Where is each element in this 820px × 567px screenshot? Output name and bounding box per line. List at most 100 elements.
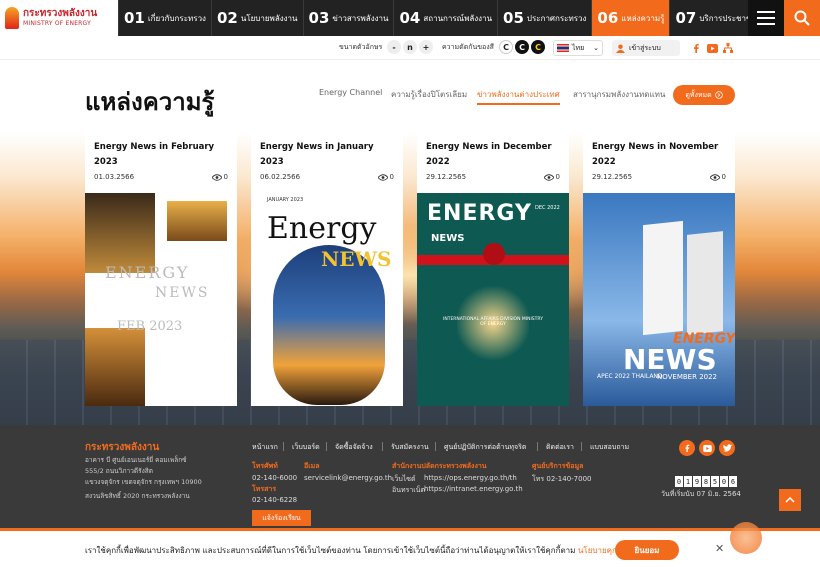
- card-views: 0: [211, 173, 228, 181]
- cookie-accept-button[interactable]: ยินยอม: [615, 540, 679, 560]
- menu-number: 07: [675, 9, 697, 27]
- cover-title-2: NEWS: [623, 343, 717, 376]
- user-icon: [616, 43, 625, 53]
- menu-number: 02: [216, 9, 238, 27]
- menu-label: สถานการณ์พลังงาน: [423, 13, 493, 23]
- tab-energy-channel[interactable]: Energy Channel: [319, 88, 382, 97]
- card-title: Energy News in January 2023: [260, 142, 374, 167]
- page-title: แหล่งความรู้: [85, 88, 215, 116]
- counter-digit: 1: [684, 476, 692, 487]
- menu-item-news[interactable]: 03 ข่าวสารพลังงาน: [302, 0, 394, 36]
- contrast-normal-button[interactable]: C: [499, 40, 513, 54]
- cover-footer: INTERNATIONAL AFFAIRS DIVISION MINISTRY …: [443, 317, 543, 327]
- news-card[interactable]: Energy News in January 2023 06.02.2566 0…: [251, 131, 403, 406]
- footer-intranet[interactable]: https://intranet.energy.go.th: [424, 485, 523, 493]
- footer-link-contact[interactable]: ติดต่อเรา: [546, 442, 574, 453]
- language-select[interactable]: ไทย ⌄: [553, 40, 603, 56]
- flame-logo-icon: [5, 7, 19, 29]
- news-card[interactable]: Energy News in December 2022 29.12.2565 …: [417, 131, 569, 406]
- eye-icon: [377, 173, 388, 181]
- footer-link-home[interactable]: หน้าแรก: [252, 442, 278, 453]
- footer-intranet-label: อินทราเน็ต: [392, 486, 426, 494]
- footer-divider: [326, 442, 327, 451]
- footer-ops-site[interactable]: https://ops.energy.go.th/th: [424, 474, 517, 482]
- footer-link-jobs[interactable]: รับสมัครงาน: [391, 442, 429, 453]
- counter-digit: 9: [693, 476, 701, 487]
- cookie-text-wrapper: เราใช้คุกกี้เพื่อพัฒนาประสิทธิภาพ และประ…: [85, 544, 622, 557]
- footer-facebook-link[interactable]: [679, 440, 695, 456]
- view-count: 0: [389, 173, 394, 181]
- tab-foreign-energy-news[interactable]: ข่าวพลังงานต่างประเทศ: [477, 88, 560, 105]
- news-card[interactable]: Energy News in February 2023 01.03.2566 …: [85, 131, 237, 406]
- menu-icon: [757, 11, 775, 13]
- counter-digit: 0: [720, 476, 728, 487]
- chevron-up-icon: [785, 497, 795, 503]
- font-increase-button[interactable]: +: [419, 40, 433, 54]
- footer-twitter-link[interactable]: [719, 440, 735, 456]
- cookie-banner: เราใช้คุกกี้เพื่อพัฒนาประสิทธิภาพ และประ…: [0, 528, 820, 567]
- eye-icon: [709, 173, 720, 181]
- see-all-button[interactable]: ดูทั้งหมด: [673, 85, 735, 105]
- footer-link-survey[interactable]: แบบสอบถาม: [590, 442, 629, 453]
- menu-number: 01: [124, 9, 145, 27]
- font-decrease-button[interactable]: -: [387, 40, 401, 54]
- ministry-logo[interactable]: กระทรวงพลังงาน MINISTRY OF ENERGY: [0, 0, 118, 36]
- hamburger-menu-button[interactable]: [748, 0, 784, 36]
- eye-icon: [543, 173, 554, 181]
- footer-link-webboard[interactable]: เว็บบอร์ด: [292, 442, 320, 453]
- footer-fax-label: โทรสาร: [252, 485, 277, 493]
- footer-phone[interactable]: 02-140-6000: [252, 474, 297, 482]
- footer-email[interactable]: servicelink@energy.go.th: [304, 474, 392, 482]
- menu-item-knowledge[interactable]: 06 แหล่งความรู้: [591, 0, 670, 36]
- youtube-link[interactable]: [706, 42, 718, 54]
- footer-ops-label: สำนักงานปลัดกระทรวงพลังงาน: [392, 462, 487, 470]
- menu-item-announcements[interactable]: 05 ประกาศกระทรวง: [497, 0, 591, 36]
- footer-fax: 02-140-6228: [252, 496, 298, 504]
- tab-renewable-encyclopedia[interactable]: สารานุกรมพลังงานทดแทน: [573, 88, 665, 101]
- contrast-yellow-button[interactable]: C: [531, 40, 545, 54]
- menu-item-situation[interactable]: 04 สถานการณ์พลังงาน: [393, 0, 497, 36]
- card-views: 0: [543, 173, 560, 181]
- menu-item-policy[interactable]: 02 นโยบายพลังงาน: [210, 0, 303, 36]
- main-navbar: กระทรวงพลังงาน MINISTRY OF ENERGY 01 เกี่…: [0, 0, 820, 36]
- chatbot-widget[interactable]: [730, 522, 762, 554]
- cover-issue: NOVEMBER 2022: [657, 373, 718, 381]
- arrow-right-icon: [714, 91, 723, 99]
- menu-number: 05: [503, 9, 524, 27]
- footer-link-procurement[interactable]: จัดซื้อจัดจ้าง: [335, 442, 373, 453]
- card-cover-image: ENERGY NEWS APEC 2022 THAILAND NOVEMBER …: [583, 193, 735, 406]
- footer-link-anticorruption[interactable]: ศูนย์ปฏิบัติการต่อต้านทุจริต: [444, 442, 526, 453]
- menu-label: ข่าวสารพลังงาน: [332, 13, 389, 23]
- youtube-icon: [706, 43, 718, 53]
- news-card[interactable]: Energy News in November 2022 29.12.2565 …: [583, 131, 735, 406]
- view-count: 0: [223, 173, 228, 181]
- search-button[interactable]: [784, 0, 820, 36]
- youtube-icon: [702, 444, 712, 452]
- contrast-dark-button[interactable]: C: [515, 40, 529, 54]
- footer-info-label: ศูนย์บริการข้อมูล: [532, 462, 584, 470]
- card-views: 0: [709, 173, 726, 181]
- tab-petroleum-knowledge[interactable]: ความรู้เรื่องปิโตรเลียม: [391, 88, 467, 101]
- close-icon[interactable]: ✕: [715, 542, 724, 555]
- footer-website-label: เว็บไซต์: [392, 475, 416, 483]
- cover-title-1: Energy: [267, 211, 377, 246]
- visitor-counter: 0 1 9 8 5 0 6: [675, 476, 737, 487]
- footer-youtube-link[interactable]: [699, 440, 715, 456]
- login-button[interactable]: เข้าสู่ระบบ: [612, 40, 680, 56]
- back-to-top-button[interactable]: [779, 489, 801, 511]
- card-title: Energy News in November 2022: [592, 142, 719, 167]
- facebook-icon: [685, 444, 690, 452]
- sitemap-link[interactable]: [722, 42, 734, 54]
- footer-divider: [537, 442, 538, 451]
- menu-item-about[interactable]: 01 เกี่ยวกับกระทรวง: [118, 0, 211, 36]
- cover-title-2: NEWS: [431, 233, 465, 244]
- facebook-link[interactable]: [690, 42, 702, 54]
- complaint-button[interactable]: แจ้งร้องเรียน: [252, 510, 311, 526]
- footer-org-name: กระทรวงพลังงาน: [85, 442, 160, 453]
- cover-apec: APEC 2022 THAILAND: [597, 373, 663, 380]
- font-normal-button[interactable]: n: [403, 40, 417, 54]
- card-cover-image: ENERGY DEC 2022 NEWS INTERNATIONAL AFFAI…: [417, 193, 569, 406]
- contrast-label: ความตัดกันของสี: [442, 43, 494, 51]
- footer-divider: [435, 442, 436, 451]
- footer-info-phone[interactable]: โทร 02-140-7000: [532, 474, 592, 485]
